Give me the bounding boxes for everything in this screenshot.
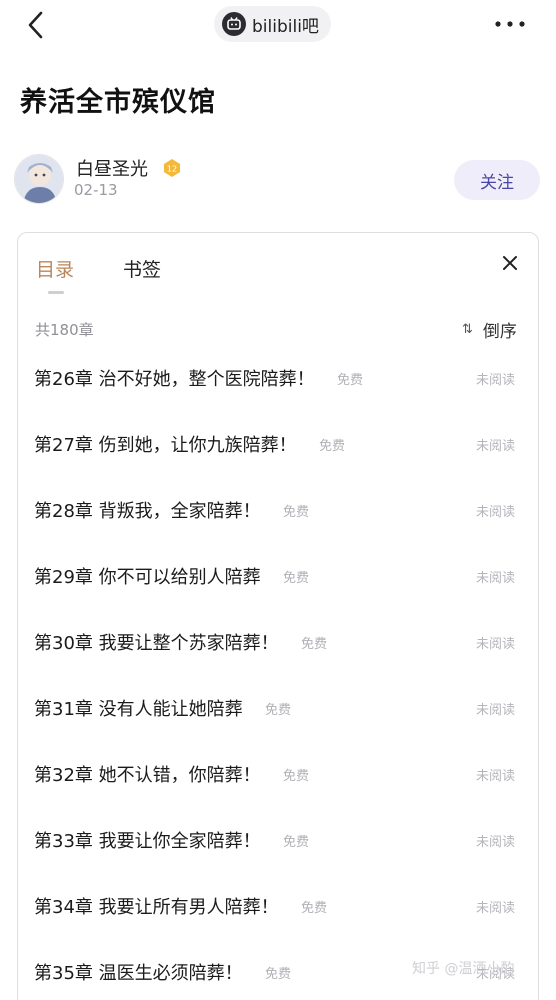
chapter-item[interactable]: 第33章 我要让你全家陪葬！ 免费 未阅读 xyxy=(18,809,538,869)
watermark: 知乎 @温酒小酌 xyxy=(412,961,515,977)
chapter-item[interactable]: 第29章 你不可以给别人陪葬 免费 未阅读 xyxy=(18,545,538,605)
chapter-title: 第32章 她不认错，你陪葬！ xyxy=(34,765,261,786)
free-tag: 免费 xyxy=(283,505,310,520)
sort-icon: ⇅ xyxy=(462,322,473,337)
post-title: 养活全市殡仪馆 xyxy=(20,87,216,118)
toc-panel: 目录 书签 共180章 ⇅ 倒序 第26章 治不好她，整个医院陪葬！ 免费 未阅读第… xyxy=(17,232,539,1000)
author-row: 白昼圣光 12 02-13 关注 xyxy=(14,152,544,206)
chapter-item[interactable]: 第30章 我要让整个苏家陪葬！ 免费 未阅读 xyxy=(18,611,538,671)
read-status: 未阅读 xyxy=(476,637,516,652)
read-status: 未阅读 xyxy=(476,505,516,520)
free-tag: 免费 xyxy=(265,703,292,718)
chapter-item[interactable]: 第27章 伤到她，让你九族陪葬！ 免费 未阅读 xyxy=(18,413,538,473)
free-tag: 免费 xyxy=(265,967,292,982)
chapter-item[interactable]: 第31章 没有人能让她陪葬 免费 未阅读 xyxy=(18,677,538,737)
free-tag: 免费 xyxy=(283,769,310,784)
read-status: 未阅读 xyxy=(476,373,516,388)
post-date: 02-13 xyxy=(74,181,118,199)
chapter-item[interactable]: 第26章 治不好她，整个医院陪葬！ 免费 未阅读 xyxy=(18,347,538,407)
avatar[interactable] xyxy=(14,154,64,204)
forum-pill[interactable]: bilibili吧 xyxy=(214,6,331,42)
chapter-item[interactable]: 第32章 她不认错，你陪葬！ 免费 未阅读 xyxy=(18,743,538,803)
forum-name: bilibili吧 xyxy=(252,16,319,37)
top-nav-bar: bilibili吧 xyxy=(0,0,556,50)
chapter-title: 第33章 我要让你全家陪葬！ xyxy=(34,831,261,852)
chapter-title: 第27章 伤到她，让你九族陪葬！ xyxy=(34,435,297,456)
chapter-title: 第29章 你不可以给别人陪葬 xyxy=(34,567,261,588)
chapter-title: 第26章 治不好她，整个医院陪葬！ xyxy=(34,369,315,390)
chapter-title: 第30章 我要让整个苏家陪葬！ xyxy=(34,633,279,654)
level-number: 12 xyxy=(167,165,177,174)
level-badge-icon: 12 xyxy=(164,159,180,177)
sort-label: 倒序 xyxy=(482,322,517,342)
follow-button[interactable]: 关注 xyxy=(454,160,540,200)
free-tag: 免费 xyxy=(283,571,310,586)
tab-toc[interactable]: 目录 xyxy=(36,255,74,282)
chapter-title: 第28章 背叛我，全家陪葬！ xyxy=(34,501,261,522)
free-tag: 免费 xyxy=(283,835,310,850)
chapter-item[interactable]: 第28章 背叛我，全家陪葬！ 免费 未阅读 xyxy=(18,479,538,539)
close-icon[interactable] xyxy=(500,253,520,273)
free-tag: 免费 xyxy=(301,901,328,916)
free-tag: 免费 xyxy=(301,637,328,652)
tab-bookmark[interactable]: 书签 xyxy=(123,255,161,282)
more-options-button[interactable] xyxy=(490,10,530,38)
chapter-title: 第31章 没有人能让她陪葬 xyxy=(34,699,243,720)
free-tag: 免费 xyxy=(319,439,346,454)
chevron-left-icon xyxy=(28,11,43,39)
read-status: 未阅读 xyxy=(476,703,516,718)
read-status: 未阅读 xyxy=(476,901,516,916)
chapter-item[interactable]: 第34章 我要让所有男人陪葬！ 免费 未阅读 xyxy=(18,875,538,935)
chapter-count: 共180章 xyxy=(35,321,94,339)
bilibili-logo-icon xyxy=(222,12,246,36)
author-name[interactable]: 白昼圣光 xyxy=(76,155,148,181)
active-tab-indicator xyxy=(48,291,64,294)
back-button[interactable] xyxy=(18,6,52,44)
sort-order-button[interactable]: ⇅ 倒序 xyxy=(462,317,517,342)
chapter-title: 第35章 温医生必须陪葬！ xyxy=(34,963,243,984)
chapter-title: 第34章 我要让所有男人陪葬！ xyxy=(34,897,279,918)
read-status: 未阅读 xyxy=(476,769,516,784)
more-dots-icon xyxy=(495,21,525,27)
read-status: 未阅读 xyxy=(476,571,516,586)
read-status: 未阅读 xyxy=(476,439,516,454)
read-status: 未阅读 xyxy=(476,835,516,850)
free-tag: 免费 xyxy=(337,373,364,388)
